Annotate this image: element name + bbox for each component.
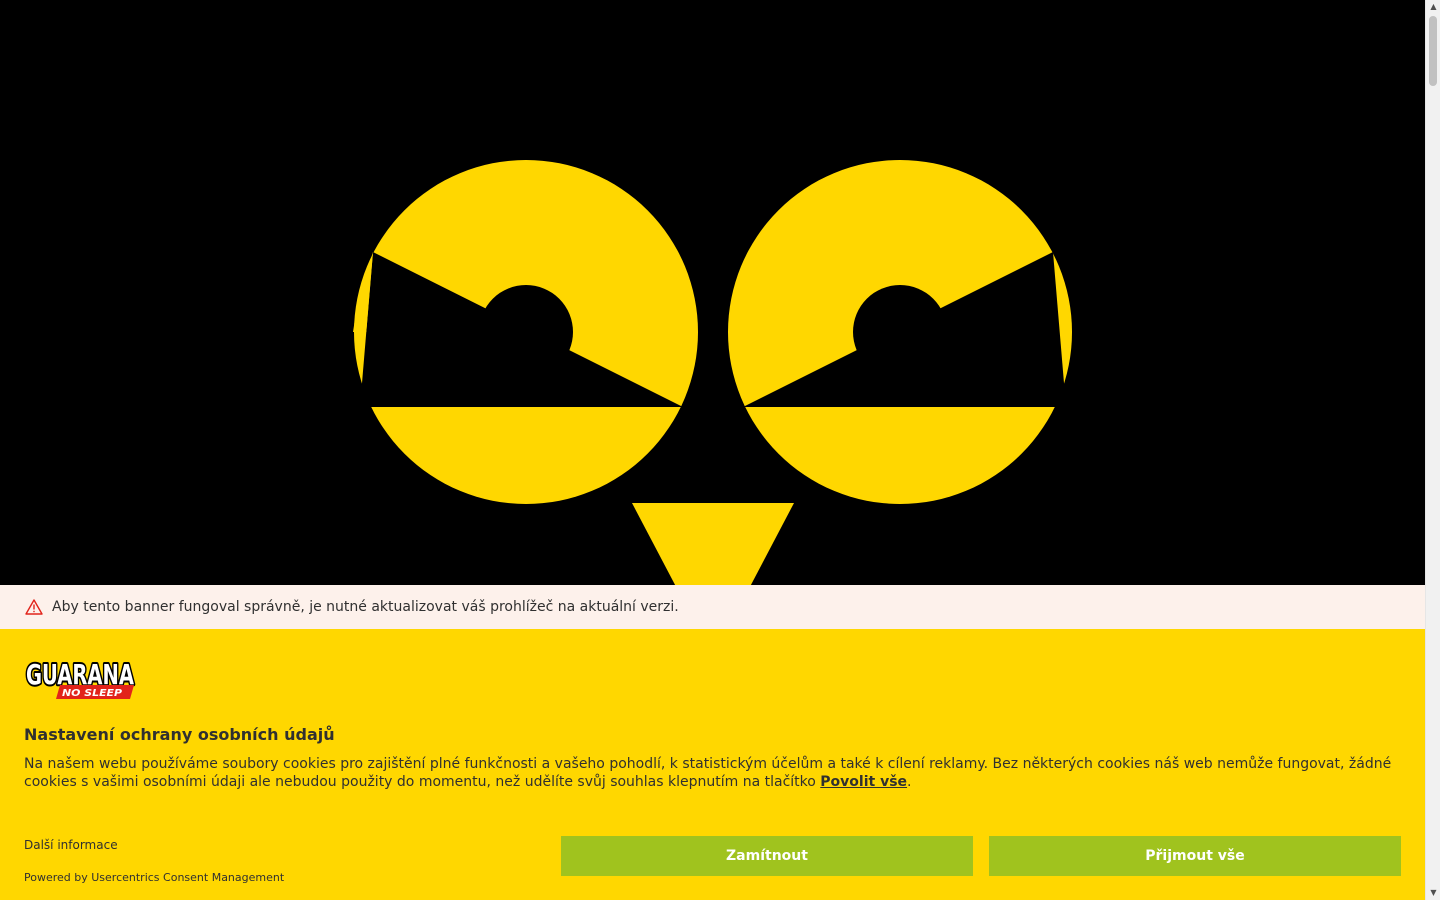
more-info-link[interactable]: Další informace bbox=[24, 838, 118, 852]
accept-all-button[interactable]: Přijmout vše bbox=[989, 836, 1401, 876]
right-eye-shape bbox=[728, 160, 1072, 504]
powered-by-text: Powered by Usercentrics Consent Manageme… bbox=[24, 871, 285, 884]
browser-warning-bar: Aby tento banner fungoval správně, je nu… bbox=[0, 585, 1425, 629]
scroll-down-arrow-icon[interactable]: ▼ bbox=[1426, 886, 1440, 900]
deny-button[interactable]: Zamítnout bbox=[561, 836, 973, 876]
cookie-consent-banner: Aby tento banner fungoval správně, je nu… bbox=[0, 585, 1425, 900]
scroll-up-arrow-icon[interactable]: ▲ bbox=[1426, 0, 1440, 14]
browser-warning-text: Aby tento banner fungoval správně, je nu… bbox=[52, 599, 679, 615]
guarana-logo: GUARANA GUARANA NO SLEEP bbox=[24, 656, 136, 699]
consent-description: Na našem webu používáme soubory cookies … bbox=[24, 756, 1392, 790]
consent-title: Nastavení ochrany osobních údajů bbox=[24, 725, 335, 744]
scroll-thumb[interactable] bbox=[1429, 16, 1437, 86]
warning-triangle-icon bbox=[25, 599, 43, 615]
svg-text:NO SLEEP: NO SLEEP bbox=[62, 688, 123, 699]
allow-all-link[interactable]: Povolit vše bbox=[820, 774, 907, 790]
page-scrollbar[interactable]: ▲ ▼ bbox=[1425, 0, 1440, 900]
